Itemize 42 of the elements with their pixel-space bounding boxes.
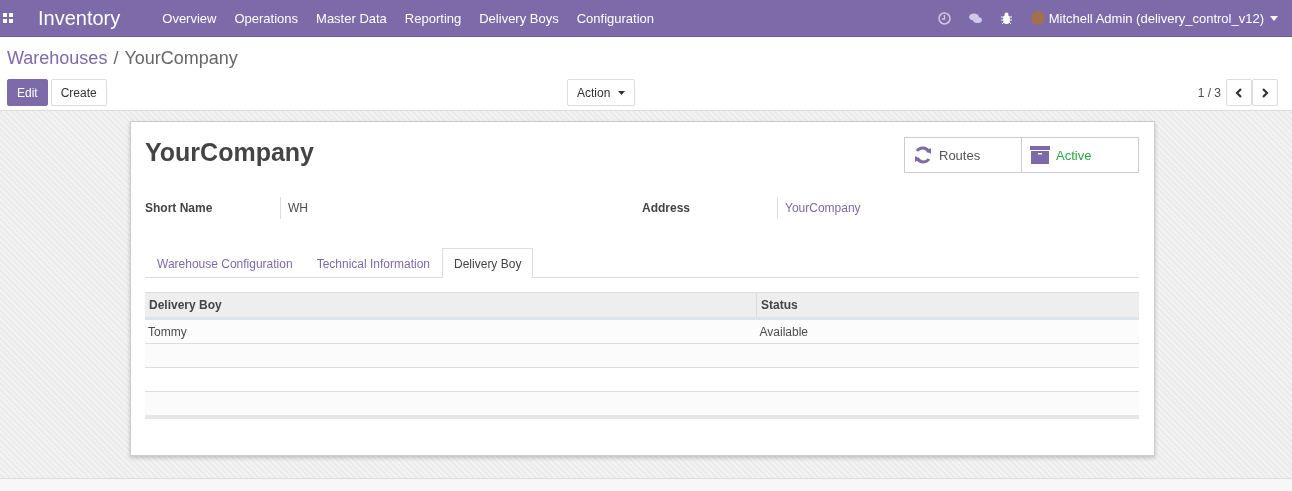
avatar [1030, 11, 1045, 25]
apps-grid-icon[interactable] [3, 13, 13, 23]
caret-icon[interactable] [1270, 15, 1278, 21]
pager-counter: 1 / 3 [1197, 85, 1221, 100]
field-label: Address [642, 201, 692, 215]
previous-button[interactable] [1226, 79, 1252, 106]
tab[interactable]: Warehouse Configuration [145, 248, 305, 278]
column-header[interactable]: Delivery Boy [145, 292, 757, 319]
tab[interactable]: Technical Information [304, 248, 443, 278]
field-value: WH [280, 197, 308, 219]
bug-icon[interactable] [999, 11, 1013, 25]
create-button[interactable]: Create [50, 79, 107, 106]
menu-item[interactable]: Delivery Boys [479, 10, 559, 26]
table-cell: Available [756, 318, 1139, 344]
user-menu[interactable]: Mitchell Admin (delivery_control_v12) [1048, 10, 1264, 26]
app-title[interactable]: Inventory [38, 6, 121, 30]
breadcrumb-link[interactable]: Warehouses [7, 48, 108, 72]
active-toggle-button[interactable]: Active [1021, 137, 1139, 173]
refresh-icon [913, 145, 933, 165]
breadcrumb-current: YourCompany [124, 48, 238, 70]
menu-item[interactable]: Reporting [404, 10, 462, 26]
archive-box-icon [1030, 145, 1050, 165]
record-title: YourCompany [145, 138, 314, 167]
caret-icon [618, 90, 626, 95]
chat-icon[interactable] [968, 11, 982, 25]
next-button[interactable] [1252, 79, 1278, 106]
menu-item[interactable]: Operations [234, 10, 299, 26]
table-cell: Tommy [145, 318, 757, 344]
action-button[interactable]: Action [567, 79, 636, 106]
field-label: Short Name [145, 201, 214, 215]
tab[interactable]: Delivery Boy [442, 248, 534, 278]
chevron-left-icon [1235, 87, 1243, 98]
routes-button[interactable]: Routes [904, 137, 1022, 173]
edit-button[interactable]: Edit [7, 79, 48, 106]
menu-item[interactable]: Overview [162, 10, 217, 26]
field-link[interactable]: YourCompany [777, 197, 861, 219]
menu-item[interactable]: Configuration [576, 10, 655, 26]
menu-item[interactable]: Master Data [316, 10, 387, 26]
column-header[interactable]: Status [756, 292, 1139, 319]
clock-icon[interactable] [937, 11, 951, 25]
chevron-right-icon [1261, 87, 1269, 98]
breadcrumb-separator: / [113, 48, 119, 70]
